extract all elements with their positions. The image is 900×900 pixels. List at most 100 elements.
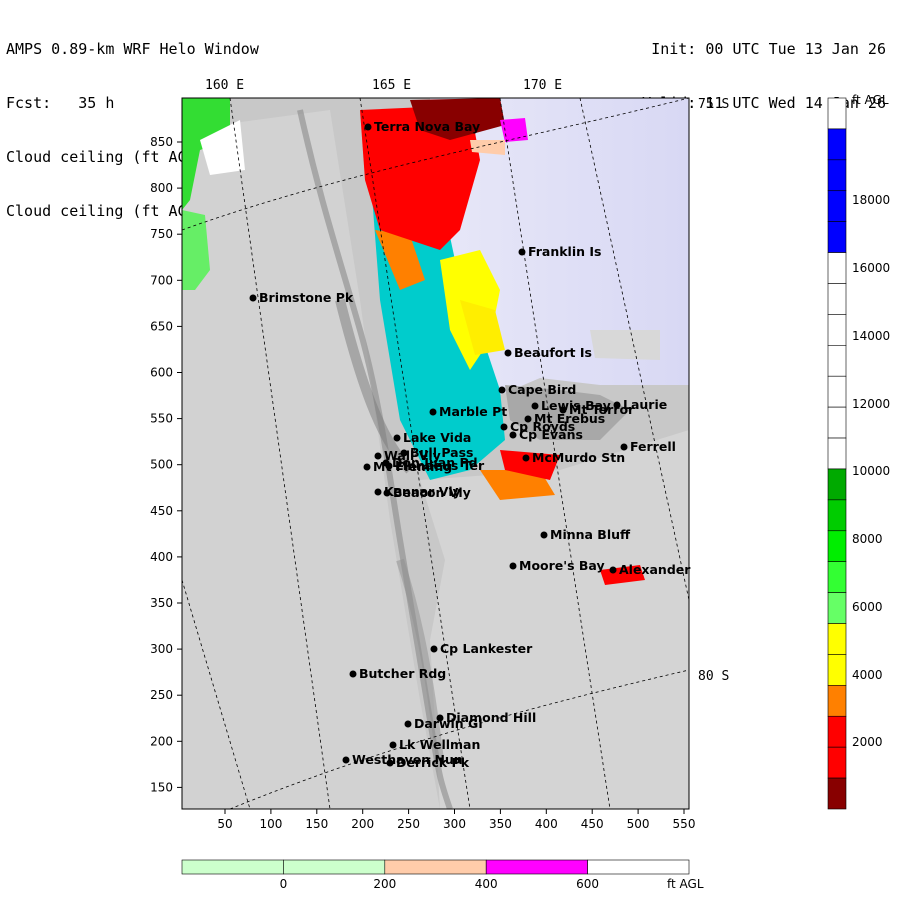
x-tick-label: 250 (397, 817, 420, 831)
y-axis-ticks: 850 800 750 700 650 600 550 500 450 400 350 300 250 2… (150, 135, 182, 794)
station-label: Marble Pt (439, 404, 507, 419)
colorbar-bottom-label: 400 (475, 877, 498, 891)
y-tick-label: 650 (150, 319, 173, 333)
colorbar-right-label: 8000 (852, 532, 883, 546)
x-tick-label: 300 (443, 817, 466, 831)
colorbar-right-swatch (827, 314, 847, 346)
colorbar-right-swatch (827, 685, 847, 717)
station-label: Lk Wellman (399, 737, 480, 752)
station-label: Terra Nova Bay (374, 119, 480, 134)
station-dot (531, 402, 539, 410)
station-dot (404, 720, 412, 728)
station-dot (540, 531, 548, 539)
colorbar-right-swatch (827, 561, 847, 593)
station-label: Butcher Rdg (359, 666, 446, 681)
ceiling-magenta (500, 118, 528, 142)
station-dot (383, 489, 391, 497)
colorbar-bottom-swatch (283, 859, 386, 875)
y-tick-label: 350 (150, 596, 173, 610)
y-tick-label: 700 (150, 273, 173, 287)
colorbar-right-label: 2000 (852, 735, 883, 749)
colorbar-right-swatch (827, 499, 847, 532)
colorbar-right-label: 10000 (852, 464, 890, 478)
colorbar-right-swatch (827, 252, 847, 284)
colorbar-right-label: 6000 (852, 600, 883, 614)
x-tick-label: 150 (305, 817, 328, 831)
colorbar-right-swatch (827, 159, 847, 192)
colorbar-right-swatch (827, 623, 847, 655)
station-dot (393, 434, 401, 442)
colorbar-right-swatch (827, 406, 847, 439)
y-tick-label: 850 (150, 135, 173, 149)
colorbar-right-swatch (827, 221, 847, 253)
y-tick-label: 500 (150, 458, 173, 472)
station-label: Darwin Gl (414, 716, 483, 731)
station-dot (364, 123, 372, 131)
station-label: Beaufort Is (514, 345, 592, 360)
light-patch-east (590, 330, 660, 360)
x-tick-label: 500 (627, 817, 650, 831)
station-dot (504, 349, 512, 357)
station-dot (430, 645, 438, 653)
station-dot (509, 431, 517, 439)
station-dot (374, 488, 382, 496)
colorbar-right-label: 4000 (852, 668, 883, 682)
colorbar-right-swatch (827, 345, 847, 377)
station-label: Linnaeus Ter (395, 458, 485, 473)
station-label: Lake Vida (403, 430, 471, 445)
colorbar-right-swatch (827, 715, 847, 748)
x-tick-label: 200 (351, 817, 374, 831)
station-dot (518, 248, 526, 256)
colorbar-right-swatch (827, 190, 847, 222)
colorbar-right: 18000 16000 14000 12000 10000 8000 6000 4000 200… (827, 97, 890, 810)
station-label: Ferrell (630, 439, 676, 454)
latitude-labels: 75 S 80 S (698, 97, 729, 684)
x-tick-label: 50 (217, 817, 232, 831)
x-tick-label: 100 (259, 817, 282, 831)
colorbar-right-swatch (827, 283, 847, 315)
station-label: Brimstone Pk (259, 290, 354, 305)
colorbar-right-swatch (827, 97, 847, 130)
colorbar-bottom-unit: ft AGL (667, 877, 704, 891)
y-tick-label: 450 (150, 504, 173, 518)
station-label: Franklin Is (528, 244, 601, 259)
x-axis-ticks: 50 100 150 200 250 300 350 400 450 500 550 (217, 809, 695, 831)
colorbar-right-swatch (827, 437, 847, 470)
station-dot (349, 670, 357, 678)
colorbar-right-swatch (827, 777, 847, 810)
station-label: Cape Bird (508, 382, 576, 397)
colorbar-right-label: 12000 (852, 397, 890, 411)
lon-label-160e: 160 E (205, 78, 244, 93)
station-label: Beacon Vly (393, 485, 471, 500)
y-tick-label: 800 (150, 181, 173, 195)
lat-label-80s: 80 S (698, 669, 729, 684)
colorbar-bottom-label: 600 (576, 877, 599, 891)
x-tick-label: 550 (673, 817, 696, 831)
lat-label-75s: 75 S (698, 97, 729, 112)
colorbar-right-swatch (827, 375, 847, 408)
station-label: Cp Evans (519, 427, 583, 442)
y-tick-label: 600 (150, 366, 173, 380)
longitude-labels: 160 E 165 E 170 E (205, 78, 562, 93)
lon-label-170e: 170 E (523, 78, 562, 93)
station-label: Cp Lankester (440, 641, 533, 656)
y-tick-label: 150 (150, 780, 173, 794)
station-dot (498, 386, 506, 394)
x-tick-label: 400 (535, 817, 558, 831)
colorbar-right-swatch (827, 128, 847, 161)
colorbar-right-label: 14000 (852, 329, 890, 343)
colorbar-bottom-label: 200 (373, 877, 396, 891)
colorbar-right-swatch (827, 592, 847, 624)
station-dot (509, 562, 517, 570)
station-dot (363, 463, 371, 471)
station-dot (342, 756, 350, 764)
lon-label-165e: 165 E (372, 78, 411, 93)
station-label: Derrick Pk (396, 755, 470, 770)
colorbar-right-swatch (827, 654, 847, 686)
station-label: McMurdo Stn (532, 450, 625, 465)
colorbar-right-label: 16000 (852, 261, 890, 275)
y-tick-label: 250 (150, 688, 173, 702)
colorbar-bottom-label: 0 (280, 877, 288, 891)
station-dot (249, 294, 257, 302)
station-label: Minna Bluff (550, 527, 631, 542)
